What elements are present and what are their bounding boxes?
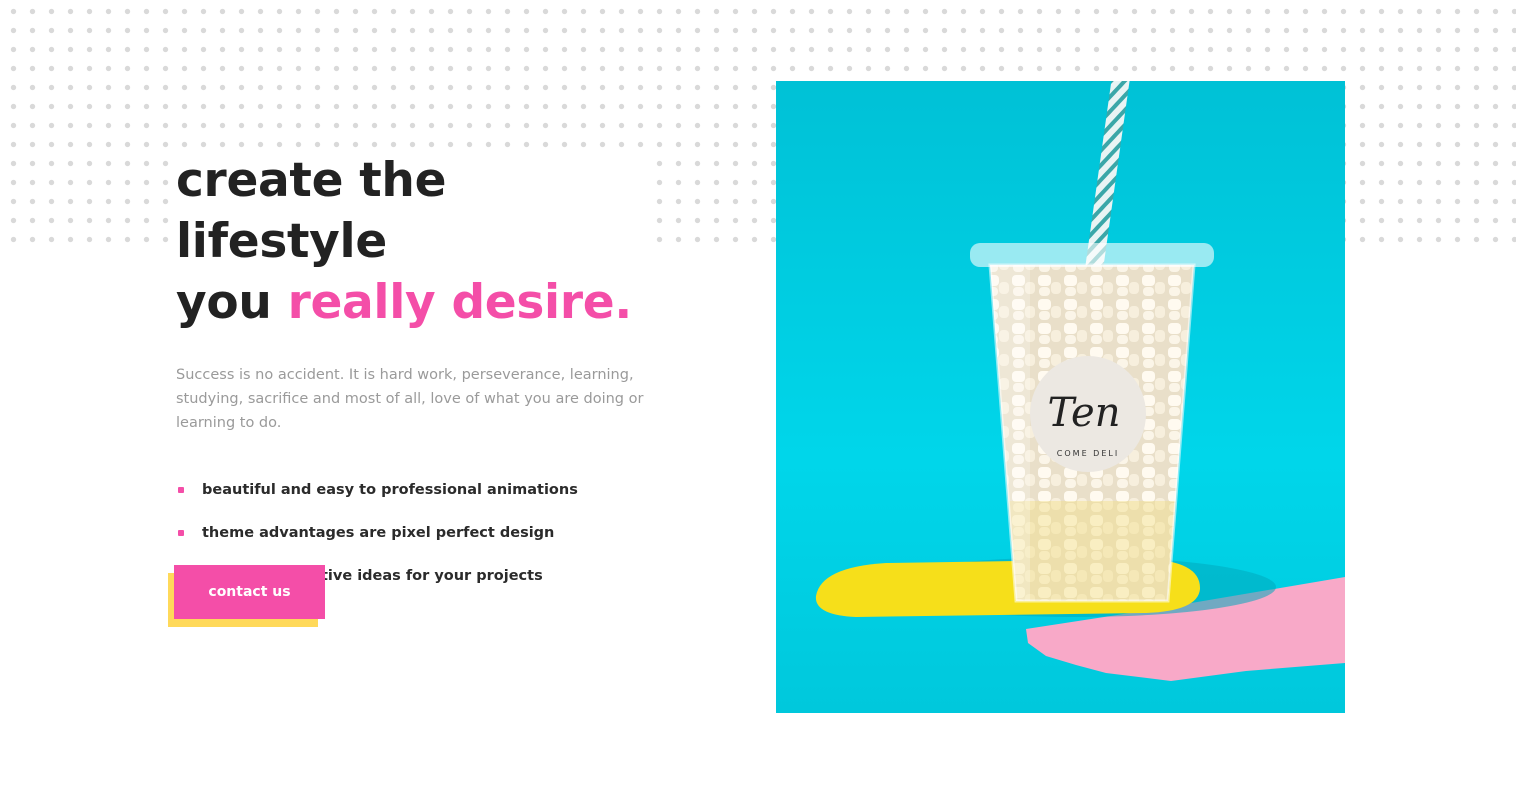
feature-item: theme advantages are pixel perfect desig… (176, 524, 646, 567)
contact-us-button[interactable]: contact us (174, 565, 325, 619)
headline-line-2-prefix: you (176, 275, 288, 330)
headline-line-1: create the lifestyle (176, 153, 447, 269)
hero-intro-text: Success is no accident. It is hard work,… (176, 367, 644, 431)
hero-text-block: create the lifestyle you really desire. … (176, 150, 646, 610)
contact-button-wrapper: contact us (168, 565, 325, 627)
headline-accent: really desire. (287, 275, 633, 330)
cup-brand-text: Ten (1047, 390, 1120, 436)
hero-photo: Ten COME DELI (776, 81, 1345, 713)
cup-subtext: COME DELI (1057, 449, 1119, 458)
feature-label: theme advantages are pixel perfect desig… (202, 525, 555, 541)
bullet-icon (178, 487, 184, 493)
feature-item: beautiful and easy to professional anima… (176, 481, 646, 524)
marshmallow-cup-illustration: Ten COME DELI (776, 81, 1345, 713)
hero-headline: create the lifestyle you really desire. (176, 150, 646, 333)
bullet-icon (178, 530, 184, 536)
feature-label: beautiful and easy to professional anima… (202, 482, 578, 498)
